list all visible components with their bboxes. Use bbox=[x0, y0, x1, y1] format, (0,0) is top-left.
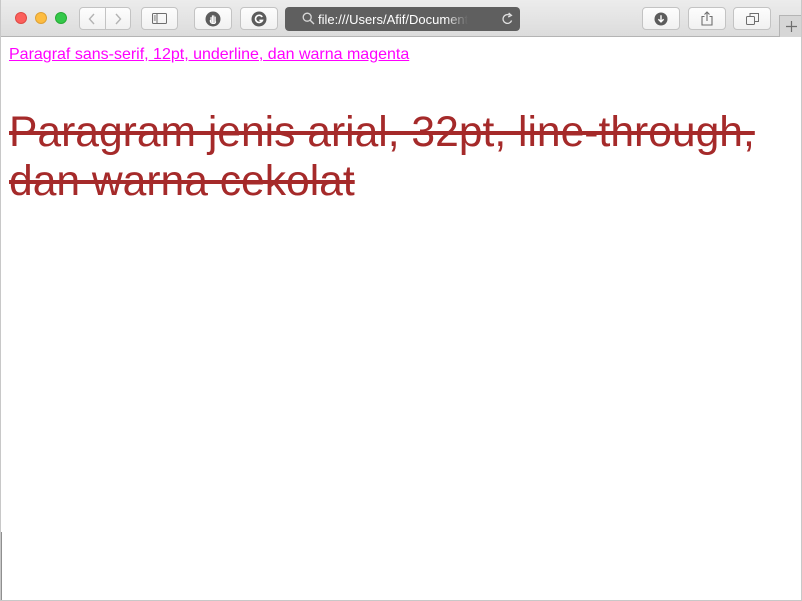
address-url: file:///Users/Afif/Document bbox=[318, 11, 469, 27]
sidebar-button[interactable] bbox=[141, 7, 178, 30]
share-icon bbox=[701, 11, 713, 26]
page-content: Paragraf sans-serif, 12pt, underline, da… bbox=[1, 38, 801, 600]
sidebar-icon bbox=[152, 13, 167, 24]
paragraph-brown: Paragram jenis arial, 32pt, line-through… bbox=[9, 108, 755, 205]
tab-overview-icon bbox=[745, 12, 759, 25]
address-bar[interactable]: file:///Users/Afif/Document bbox=[285, 7, 520, 31]
grammar-extension-button[interactable] bbox=[240, 7, 278, 30]
magnifier-icon bbox=[302, 12, 315, 25]
tab-overview-button[interactable] bbox=[733, 7, 771, 30]
window-edge bbox=[1, 532, 2, 600]
download-icon bbox=[654, 12, 668, 25]
maximize-window-icon[interactable] bbox=[55, 12, 67, 24]
back-forward-buttons bbox=[79, 7, 131, 30]
browser-toolbar: file:///Users/Afif/Document bbox=[1, 0, 801, 37]
plus-icon bbox=[786, 21, 797, 32]
downloads-button[interactable] bbox=[642, 7, 680, 30]
chevron-left-icon bbox=[88, 13, 95, 24]
privacy-extension-button[interactable] bbox=[194, 7, 232, 30]
new-tab-button[interactable] bbox=[779, 15, 801, 37]
paragraph-magenta: Paragraf sans-serif, 12pt, underline, da… bbox=[9, 46, 410, 63]
close-window-icon[interactable] bbox=[15, 12, 27, 24]
share-button[interactable] bbox=[688, 7, 726, 30]
forward-button[interactable] bbox=[104, 8, 131, 29]
hand-stop-icon bbox=[205, 11, 221, 26]
browser-window: file:///Users/Afif/Document Paragraf san… bbox=[0, 0, 802, 601]
minimize-window-icon[interactable] bbox=[35, 12, 47, 24]
reload-icon[interactable] bbox=[501, 12, 514, 26]
back-button[interactable] bbox=[80, 8, 105, 29]
grammarly-g-icon bbox=[251, 11, 267, 26]
chevron-right-icon bbox=[115, 13, 122, 24]
